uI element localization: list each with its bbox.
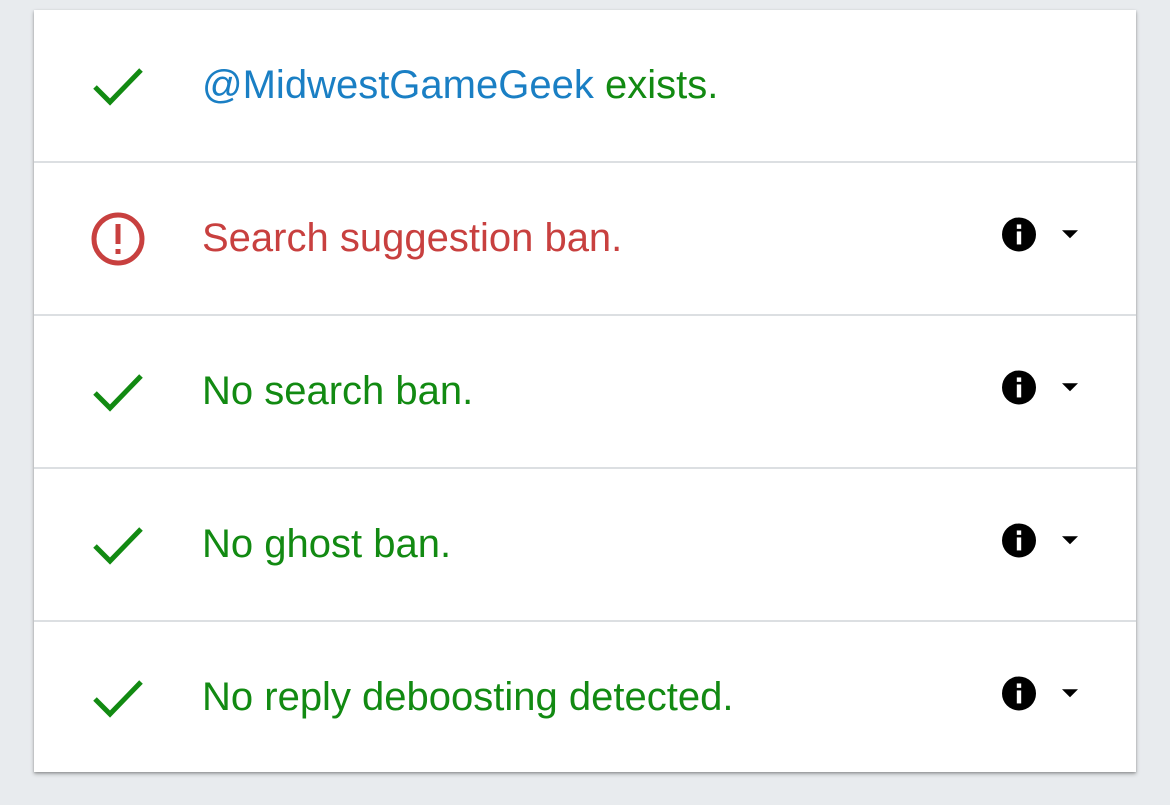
error-circle-icon [90,211,146,267]
reply-deboosting-text: No reply deboosting detected. [202,675,734,720]
search-ban-text: No search ban. [202,368,474,413]
info-icon[interactable] [1000,674,1038,712]
caret-down-icon[interactable] [1058,375,1082,399]
caret-down-icon[interactable] [1058,528,1082,552]
account-status: exists. [593,62,719,107]
ban-check-results-card: @MidwestGameGeek exists. Search suggesti… [34,10,1136,772]
ghost-ban-text: No ghost ban. [202,521,452,566]
account-exists-text: @MidwestGameGeek exists. [202,61,718,109]
check-icon [90,670,146,726]
check-icon [90,58,146,114]
result-row-search-ban: No search ban. [34,316,1136,469]
result-row-search-suggestion-ban: Search suggestion ban. [34,163,1136,316]
info-icon[interactable] [1000,215,1038,253]
account-handle[interactable]: @MidwestGameGeek [202,63,594,107]
info-icon[interactable] [1000,368,1038,406]
result-row-account-exists: @MidwestGameGeek exists. [34,10,1136,163]
caret-down-icon[interactable] [1058,681,1082,705]
check-icon [90,364,146,420]
result-row-reply-deboosting: No reply deboosting detected. [34,622,1136,774]
check-icon [90,517,146,573]
caret-down-icon[interactable] [1058,222,1082,246]
info-icon[interactable] [1000,521,1038,559]
result-row-ghost-ban: No ghost ban. [34,469,1136,622]
search-suggestion-ban-text: Search suggestion ban. [202,215,623,260]
